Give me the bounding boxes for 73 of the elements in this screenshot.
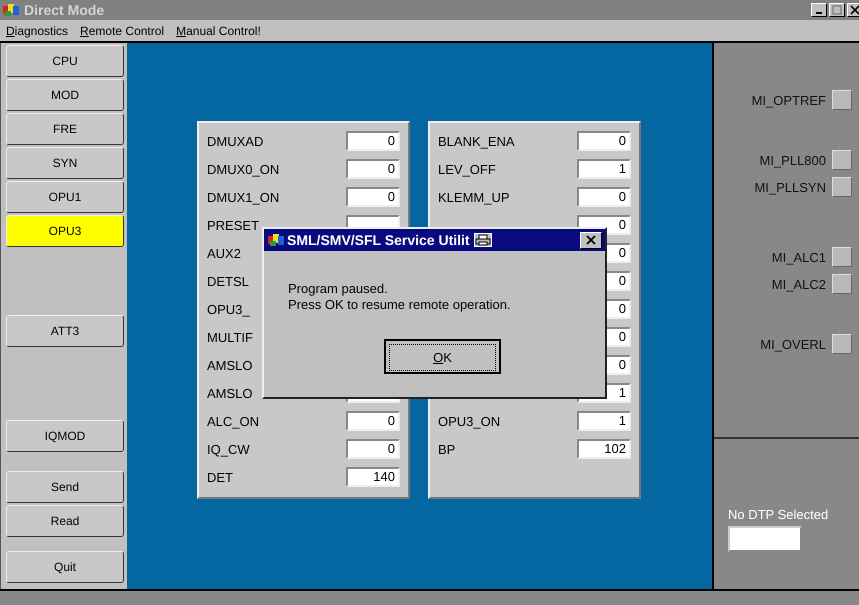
indicator-led bbox=[832, 90, 852, 110]
value-field[interactable]: 102 bbox=[577, 439, 631, 459]
value-field[interactable]: 1 bbox=[577, 159, 631, 179]
minimize-button[interactable] bbox=[811, 3, 827, 17]
close-icon bbox=[586, 235, 596, 245]
parameter-label: AMSLO bbox=[207, 386, 253, 400]
value-field[interactable]: 140 bbox=[346, 467, 400, 487]
app-icon bbox=[2, 3, 20, 17]
parameter-label: OPU3_ bbox=[207, 302, 250, 316]
indicator-label: MI_PLLSYN bbox=[754, 180, 826, 194]
maximize-icon bbox=[832, 5, 842, 15]
close-icon bbox=[850, 5, 859, 15]
value-field[interactable]: 0 bbox=[346, 439, 400, 459]
dtp-field[interactable] bbox=[728, 526, 802, 552]
dtp-label: No DTP Selected bbox=[728, 507, 830, 522]
parameter-label: IQ_CW bbox=[207, 442, 250, 456]
menu-item[interactable]: Manual Control! bbox=[176, 24, 261, 38]
nav-button[interactable]: FRE bbox=[6, 113, 124, 145]
parameter-label: AMSLO bbox=[207, 358, 253, 372]
indicator-label: MI_OPTREF bbox=[752, 92, 826, 108]
window-title: Direct Mode bbox=[24, 2, 104, 18]
close-button[interactable] bbox=[580, 232, 602, 248]
parameter-label: DMUX1_ON bbox=[207, 190, 280, 204]
value-field[interactable]: 0 bbox=[346, 159, 400, 179]
parameter-label: DMUX0_ON bbox=[207, 162, 280, 176]
parameter-label: DETSL bbox=[207, 274, 249, 288]
indicator-led bbox=[832, 334, 852, 354]
printer-icon[interactable] bbox=[474, 233, 492, 247]
app-icon bbox=[267, 233, 285, 247]
indicator-led bbox=[832, 150, 852, 170]
value-field[interactable]: 0 bbox=[346, 187, 400, 207]
maximize-button[interactable] bbox=[829, 3, 845, 17]
indicator-label: MI_PLL800 bbox=[760, 152, 826, 168]
nav-button[interactable]: Send bbox=[6, 471, 124, 503]
indicator-led bbox=[832, 247, 852, 267]
nav-button[interactable]: OPU1 bbox=[6, 181, 124, 213]
nav-button[interactable]: OPU3 bbox=[6, 215, 124, 247]
ok-button[interactable]: OK bbox=[384, 339, 501, 374]
close-button[interactable] bbox=[847, 3, 859, 17]
indicator-label: MI_ALC1 bbox=[772, 250, 826, 264]
parameter-label: PRESET bbox=[207, 218, 260, 232]
nav-button[interactable]: Read bbox=[6, 505, 124, 537]
minimize-icon bbox=[816, 12, 822, 14]
parameter-label: MULTIF bbox=[207, 330, 253, 344]
value-field[interactable]: 0 bbox=[577, 187, 631, 207]
parameter-label: AUX2 bbox=[207, 246, 241, 260]
nav-button[interactable]: Quit bbox=[6, 551, 124, 583]
parameter-label: KLEMM_UP bbox=[438, 190, 510, 204]
dialog-message: Press OK to resume remote operation. bbox=[288, 297, 512, 313]
nav-button[interactable]: SYN bbox=[6, 147, 124, 179]
dialog-message: Program paused. bbox=[288, 281, 389, 297]
value-field[interactable]: 0 bbox=[577, 131, 631, 151]
parameter-label: BLANK_ENA bbox=[438, 134, 515, 148]
dialog-title: SML/SMV/SFL Service Utilit bbox=[287, 232, 470, 248]
value-field[interactable]: 0 bbox=[346, 131, 400, 151]
nav-button[interactable]: CPU bbox=[6, 45, 124, 77]
nav-button[interactable]: IQMOD bbox=[6, 420, 124, 452]
parameter-label: OPU3_ON bbox=[438, 414, 500, 428]
indicator-label: MI_ALC2 bbox=[772, 276, 826, 292]
menu-item[interactable]: Remote Control bbox=[80, 24, 164, 38]
indicator-led bbox=[832, 274, 852, 294]
value-field[interactable]: 0 bbox=[346, 411, 400, 431]
nav-button[interactable]: MOD bbox=[6, 79, 124, 111]
menu-item[interactable]: Diagnostics bbox=[6, 24, 68, 38]
nav-button[interactable]: ATT3 bbox=[6, 315, 124, 347]
parameter-label: LEV_OFF bbox=[438, 162, 496, 176]
indicator-label: MI_OVERL bbox=[760, 336, 826, 352]
parameter-label: DMUXAD bbox=[207, 134, 264, 148]
parameter-label: BP bbox=[438, 442, 456, 456]
value-field[interactable]: 1 bbox=[577, 411, 631, 431]
parameter-label: DET bbox=[207, 470, 233, 484]
indicator-led bbox=[832, 177, 852, 197]
parameter-label: ALC_ON bbox=[207, 414, 260, 428]
